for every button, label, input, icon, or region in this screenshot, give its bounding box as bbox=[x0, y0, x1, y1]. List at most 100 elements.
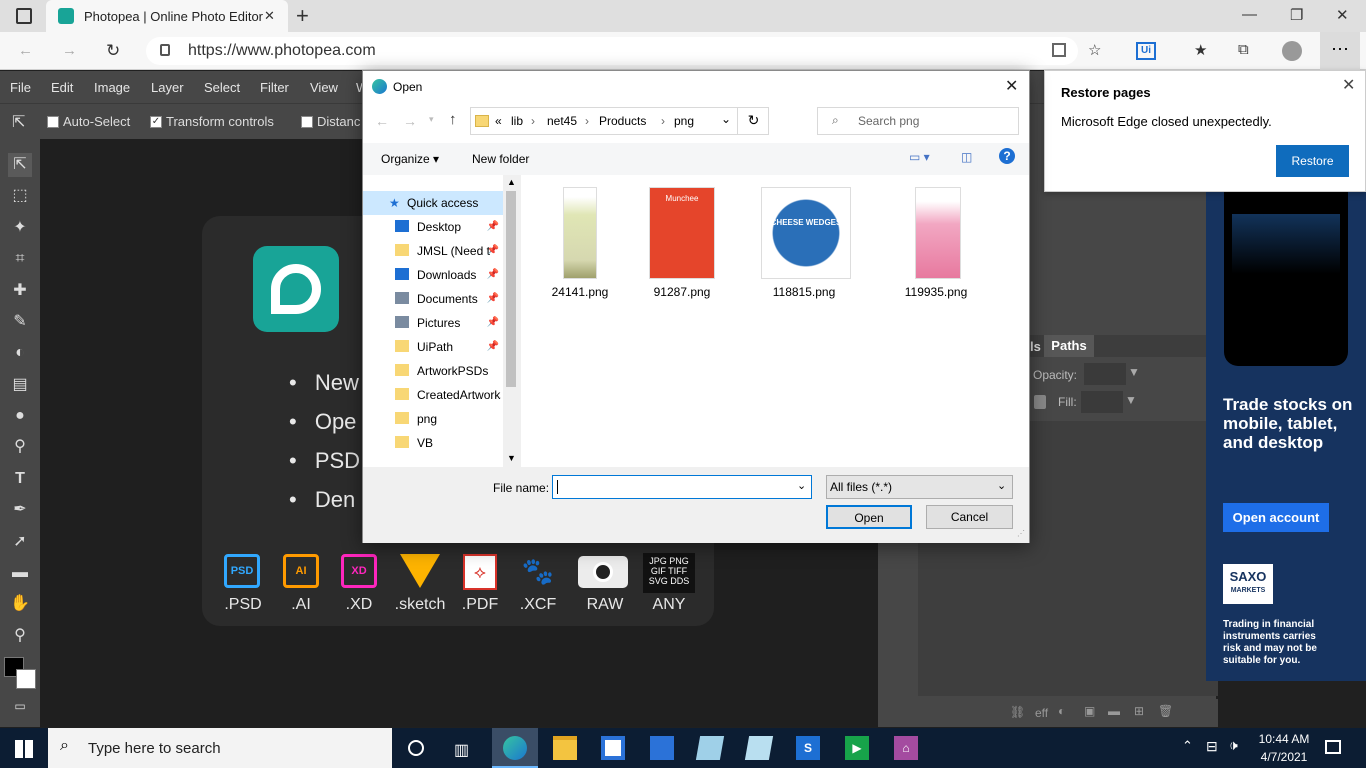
taskbar-search[interactable]: ⌕ Type here to search bbox=[48, 728, 392, 768]
quick-mask-icon[interactable]: ▭ bbox=[8, 694, 32, 718]
breadcrumb-lib[interactable]: lib bbox=[511, 114, 523, 128]
cortana-icon[interactable] bbox=[408, 740, 424, 756]
nav-item-pictures[interactable]: Pictures 📌 bbox=[383, 311, 501, 335]
dialog-close-icon[interactable]: ✕ bbox=[1005, 76, 1018, 96]
lock-layer-icon[interactable] bbox=[1034, 395, 1046, 409]
new-layer-icon[interactable]: ⊞ bbox=[1134, 704, 1144, 718]
preview-pane-icon[interactable]: ◫ bbox=[961, 150, 972, 164]
nav-item-createdartworks[interactable]: CreatedArtworks bbox=[383, 383, 501, 407]
type-tool-icon[interactable]: T bbox=[8, 467, 32, 491]
menu-layer[interactable]: Layer bbox=[151, 80, 184, 95]
network-icon[interactable]: ⊟ bbox=[1206, 738, 1218, 755]
taskbar-search-input[interactable]: Type here to search bbox=[88, 740, 221, 757]
breadcrumb-net45[interactable]: net45 bbox=[547, 114, 577, 128]
magic-wand-icon[interactable]: ✦ bbox=[8, 216, 32, 240]
help-icon[interactable]: ? bbox=[999, 148, 1015, 164]
menu-filter[interactable]: Filter bbox=[260, 80, 289, 95]
nav-item-desktop[interactable]: Desktop 📌 bbox=[383, 215, 501, 239]
opacity-dropdown-icon[interactable]: ▼ bbox=[1128, 365, 1140, 379]
hand-tool-icon[interactable]: ✋ bbox=[8, 592, 32, 616]
menu-select[interactable]: Select bbox=[204, 80, 240, 95]
app-icon-1[interactable] bbox=[695, 736, 725, 760]
scroll-up-icon[interactable]: ▲ bbox=[507, 177, 516, 187]
path-dropdown-icon[interactable]: ⌄ bbox=[721, 112, 731, 126]
file-type-filter[interactable]: All files (*.*) ⌄ bbox=[826, 475, 1013, 499]
minimize-window-icon[interactable]: — bbox=[1242, 6, 1257, 23]
file-explorer-icon[interactable] bbox=[553, 736, 577, 760]
favorites-icon[interactable]: ★ bbox=[1194, 41, 1207, 59]
search-box[interactable]: ⌕ Search png bbox=[817, 107, 1019, 135]
adjustment-icon[interactable]: ◐ bbox=[1058, 704, 1065, 718]
nav-item-documents[interactable]: Documents 📌 bbox=[383, 287, 501, 311]
recent-locations-icon[interactable]: ▾ bbox=[429, 114, 434, 125]
blur-tool-icon[interactable]: ● bbox=[8, 404, 32, 428]
refresh-icon[interactable]: ↻ bbox=[106, 41, 120, 61]
address-bar[interactable]: https://www.photopea.com bbox=[146, 37, 1078, 65]
app-icon-2[interactable] bbox=[744, 736, 774, 760]
store-icon[interactable] bbox=[601, 736, 625, 760]
app-available-icon[interactable] bbox=[1052, 43, 1066, 57]
task-view-icon[interactable]: ▥ bbox=[454, 740, 469, 760]
back-icon[interactable]: ← bbox=[18, 42, 33, 59]
collections-icon[interactable]: ⧉ bbox=[1238, 41, 1249, 58]
address-breadcrumb[interactable]: « lib › net45 › Products › png ⌄ ↻ bbox=[470, 107, 769, 135]
uipath-orchestrator-icon[interactable]: ⌂ bbox=[894, 736, 918, 760]
mask-icon[interactable]: ▣ bbox=[1084, 704, 1095, 718]
nav-item-jmsl-need-t[interactable]: JMSL (Need t 📌 bbox=[383, 239, 501, 263]
background-color-swatch[interactable] bbox=[16, 669, 36, 689]
gradient-tool-icon[interactable]: ▤ bbox=[8, 373, 32, 397]
nav-item-artworkpsds[interactable]: ArtworkPSDs bbox=[383, 359, 501, 383]
breadcrumb-products[interactable]: Products bbox=[599, 114, 646, 128]
add-favorite-icon[interactable]: ☆ bbox=[1088, 41, 1101, 59]
browser-menu-icon[interactable] bbox=[16, 8, 32, 24]
distances-checkbox[interactable] bbox=[301, 116, 313, 128]
volume-icon[interactable]: 🕩 bbox=[1229, 737, 1238, 754]
move-tool-icon[interactable]: ⇱ bbox=[8, 153, 32, 177]
welcome-bullet-open[interactable]: • Ope bbox=[289, 409, 356, 435]
nav-item-png[interactable]: png bbox=[383, 407, 501, 431]
nav-item-quick-access[interactable]: ★ Quick access bbox=[383, 191, 501, 215]
restore-close-icon[interactable]: ✕ bbox=[1342, 75, 1355, 95]
shape-tool-icon[interactable]: ▬ bbox=[8, 561, 32, 585]
nav-item-vb[interactable]: VB bbox=[383, 431, 501, 455]
zoom-tool-icon[interactable]: ⚲ bbox=[8, 624, 32, 648]
notifications-icon[interactable] bbox=[1325, 740, 1341, 754]
organize-button[interactable]: Organize ▾ bbox=[381, 152, 439, 166]
up-folder-icon[interactable]: ↑ bbox=[449, 111, 457, 128]
file-name-input[interactable]: ⌄ bbox=[552, 475, 812, 499]
marquee-tool-icon[interactable]: ⬚ bbox=[8, 184, 32, 208]
pen-tool-icon[interactable]: ✒ bbox=[8, 498, 32, 522]
forward-arrow-icon[interactable]: → bbox=[403, 113, 417, 129]
welcome-bullet-new[interactable]: • New bbox=[289, 370, 359, 396]
resize-grip-icon[interactable]: ⋰ bbox=[1017, 529, 1025, 538]
cancel-button[interactable]: Cancel bbox=[926, 505, 1013, 529]
search-input[interactable]: Search png bbox=[858, 114, 919, 128]
effects-button[interactable]: eff bbox=[1035, 706, 1048, 720]
delete-layer-icon[interactable]: 🗑 bbox=[1158, 704, 1173, 718]
opacity-input[interactable] bbox=[1084, 363, 1126, 385]
menu-view[interactable]: View bbox=[310, 80, 338, 95]
crop-tool-icon[interactable]: ⌗ bbox=[8, 247, 32, 271]
new-folder-button[interactable]: New folder bbox=[472, 152, 529, 166]
open-button[interactable]: Open bbox=[826, 505, 912, 529]
more-menu-button[interactable]: ⋯ bbox=[1320, 32, 1360, 70]
tab-close-icon[interactable]: ✕ bbox=[264, 8, 275, 24]
browser-tab[interactable]: Photopea | Online Photo Editor ✕ bbox=[46, 0, 288, 32]
back-arrow-icon[interactable]: ← bbox=[375, 113, 389, 129]
nav-item-downloads[interactable]: Downloads 📌 bbox=[383, 263, 501, 287]
clock-date[interactable]: 4/7/2021 bbox=[1257, 750, 1311, 764]
uipath-extension-icon[interactable]: Ui bbox=[1136, 42, 1156, 60]
link-layers-icon[interactable]: ⛓ bbox=[1010, 705, 1025, 719]
mail-icon[interactable] bbox=[650, 736, 674, 760]
show-hidden-icons[interactable]: ⌃ bbox=[1182, 738, 1193, 754]
welcome-bullet-demo[interactable]: • Den bbox=[289, 487, 355, 513]
healing-brush-icon[interactable]: ✚ bbox=[8, 279, 32, 303]
breadcrumb-png[interactable]: png bbox=[674, 114, 694, 128]
restore-button[interactable]: Restore bbox=[1276, 145, 1349, 177]
uipath-studio-icon[interactable]: S bbox=[796, 736, 820, 760]
start-button-icon[interactable] bbox=[15, 740, 33, 758]
breadcrumb-overflow[interactable]: « bbox=[495, 114, 502, 128]
uipath-assistant-icon[interactable]: ▶ bbox=[845, 736, 869, 760]
fill-dropdown-icon[interactable]: ▼ bbox=[1125, 393, 1137, 407]
clock-time[interactable]: 10:44 AM bbox=[1257, 732, 1311, 746]
